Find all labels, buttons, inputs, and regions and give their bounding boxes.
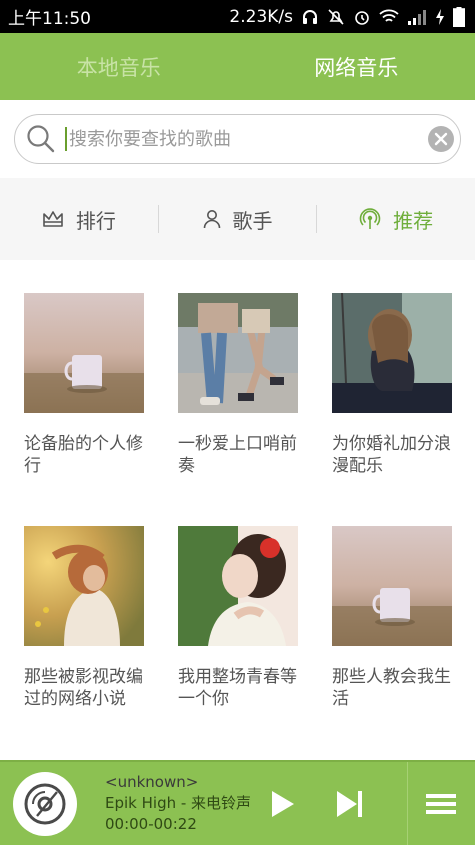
crown-icon xyxy=(43,211,63,227)
playlist-card[interactable]: 为你婚礼加分浪漫配乐 xyxy=(332,293,452,477)
category-singer[interactable]: 歌手 xyxy=(159,178,317,260)
search-input[interactable] xyxy=(65,127,428,151)
playlist-title: 那些人教会我生活 xyxy=(332,667,451,709)
playlist-title: 论备胎的个人修行 xyxy=(24,434,143,476)
coffee-cup-image xyxy=(332,526,452,646)
search-icon[interactable] xyxy=(25,123,57,155)
disc-icon xyxy=(24,783,66,825)
girl-with-flower-image xyxy=(178,526,298,646)
playlist-card[interactable]: 那些人教会我生活 xyxy=(332,526,452,710)
playlist-card[interactable]: 一秒爱上口哨前奏 xyxy=(178,293,298,477)
play-icon[interactable] xyxy=(266,788,298,820)
category-label: 推荐 xyxy=(393,208,434,233)
tab-online-music[interactable]: 网络音乐 xyxy=(238,33,475,100)
status-bar: 上午11:50 2.23K/s xyxy=(0,0,475,33)
album-disc[interactable] xyxy=(13,772,77,836)
search-box xyxy=(14,114,461,164)
category-label: 歌手 xyxy=(232,208,273,233)
playlist-card[interactable]: 那些被影视改编过的网络小说 xyxy=(24,526,144,710)
category-bar: 排行 歌手 推荐 xyxy=(0,178,475,260)
mute-bell-icon xyxy=(328,8,344,25)
track-info: <unknown> Epik High - 来电铃声 00:00-00:22 xyxy=(105,772,251,835)
artist-name: <unknown> xyxy=(105,773,199,791)
girl-on-swing-image xyxy=(332,293,452,413)
category-recommend[interactable]: 推荐 xyxy=(317,178,475,260)
status-icons: 2.23K/s xyxy=(229,6,465,27)
broadcast-icon xyxy=(359,208,381,229)
wifi-icon xyxy=(379,9,399,22)
signal-icon xyxy=(408,9,426,25)
battery-icon xyxy=(453,6,465,27)
divider xyxy=(407,762,408,845)
playlist-title: 那些被影视改编过的网络小说 xyxy=(24,667,143,709)
person-icon xyxy=(203,210,220,229)
top-tabs: 本地音乐 网络音乐 xyxy=(0,33,475,100)
menu-icon[interactable] xyxy=(424,788,458,820)
song-title: Epik High - 来电铃声 xyxy=(105,794,252,812)
playlist-grid: 论备胎的个人修行 一秒爱上口哨前奏 为你婚礼加分浪漫配乐 那些被影视改编过的网络… xyxy=(0,260,475,760)
girl-in-field-image xyxy=(24,526,144,646)
playlist-title: 一秒爱上口哨前奏 xyxy=(178,434,297,476)
mini-player: <unknown> Epik High - 来电铃声 00:00-00:22 xyxy=(0,760,475,845)
playlist-card[interactable]: 我用整场青春等一个你 xyxy=(178,526,298,710)
play-time: 00:00-00:22 xyxy=(105,815,197,833)
search-area xyxy=(0,100,475,178)
charging-icon xyxy=(436,8,444,25)
category-label: 排行 xyxy=(75,208,116,233)
next-track-icon[interactable] xyxy=(334,788,366,820)
playlist-card[interactable]: 论备胎的个人修行 xyxy=(24,293,144,477)
close-icon xyxy=(434,132,448,146)
playlist-title: 我用整场青春等一个你 xyxy=(178,667,297,709)
category-ranking[interactable]: 排行 xyxy=(0,178,158,260)
status-time: 上午11:50 xyxy=(8,9,91,29)
headphones-icon xyxy=(303,9,317,24)
tab-local-music[interactable]: 本地音乐 xyxy=(0,33,238,100)
network-speed: 2.23K/s xyxy=(229,6,293,27)
couple-legs-image xyxy=(178,293,298,413)
alarm-icon xyxy=(355,10,369,25)
playlist-title: 为你婚礼加分浪漫配乐 xyxy=(332,434,451,476)
clear-search-button[interactable] xyxy=(428,126,454,152)
coffee-cup-image xyxy=(24,293,144,413)
